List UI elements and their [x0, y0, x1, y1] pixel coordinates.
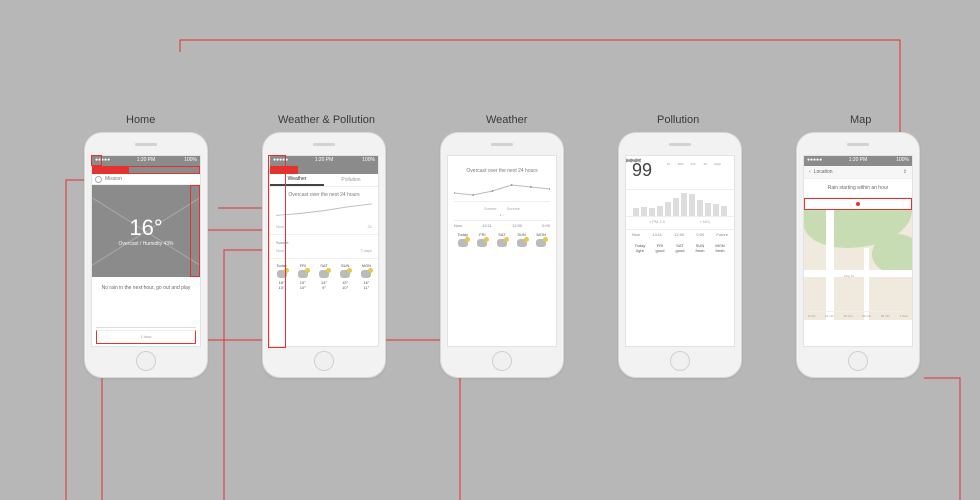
cloud-sun-icon	[458, 239, 468, 247]
phone-pollution: 99 1h 50% 24h 3h AQHI ▪ PM 2.5▪ NO₂ Now1…	[618, 132, 742, 378]
home-slider[interactable]: 1 hour	[96, 330, 196, 344]
wp-left-hotspot[interactable]	[268, 155, 286, 348]
wp-tabs: Weather Pollution	[270, 174, 378, 187]
home-location: Mission	[105, 176, 122, 182]
cloud-sun-icon	[517, 239, 527, 247]
cloud-sun-icon	[477, 239, 487, 247]
map-ticks: 5 min10 min20 min30 min45 min1 hour	[808, 311, 908, 318]
map-header[interactable]: ‹ Location ⇪	[804, 166, 912, 179]
pollution-bar-chart	[626, 189, 734, 217]
cloud-sun-icon	[340, 270, 350, 278]
map-message: Rain starting within an hour	[804, 179, 912, 197]
map-timeline-hotspot[interactable]	[804, 198, 912, 210]
statusbar: ●●●●●1:20 PM100%	[270, 156, 378, 166]
cloud-sun-icon	[361, 270, 371, 278]
home-message: No rain in the next hour, go out and pla…	[92, 277, 200, 299]
pollution-forecast: Todaylight FRIgood SATgood SUNfresh MONf…	[626, 239, 734, 257]
home-location-row[interactable]: Mission	[92, 174, 200, 185]
weather-caption: Overcast over the next 24 hours	[454, 168, 550, 174]
label-wp: Weather & Pollution	[278, 114, 375, 126]
share-icon[interactable]: ⇪	[903, 169, 907, 175]
chevron-left-icon: ‹	[809, 169, 811, 175]
fc-day[interactable]: MON16°11°	[357, 263, 376, 290]
statusbar: ●●●●●1:20 PM100%	[92, 156, 200, 166]
cloud-sun-icon	[319, 270, 329, 278]
statusbar: ●●●●●1:20 PM100%	[804, 156, 912, 166]
phone-map: ●●●●●1:20 PM100% ‹ Location ⇪ Rain start…	[796, 132, 920, 378]
wp-chart-24h	[276, 202, 372, 222]
fc-day[interactable]: SUN15°10°	[336, 263, 355, 290]
map-canvas[interactable]: King St 5 min10 min20 min30 min45 min1 h…	[804, 210, 912, 320]
home-hero[interactable]: 16° Overcast / Humidity 43%	[92, 185, 200, 277]
label-pollution: Pollution	[657, 114, 699, 126]
cloud-sun-icon	[298, 270, 308, 278]
pollution-index: 99	[626, 156, 658, 185]
cloud-sun-icon	[497, 239, 507, 247]
home-pager-strip[interactable]	[92, 166, 200, 174]
wp-header[interactable]	[270, 166, 378, 174]
wp-forecast-row: Today18°13° FRI15°10° SAT14°9° SUN15°10°…	[270, 259, 378, 294]
fc-day[interactable]: FRI15°10°	[293, 263, 312, 290]
phone-home: ●●●●●1:20 PM100% Mission 16° Overcast / …	[84, 132, 208, 378]
weather-key: SunsetSunrise	[454, 206, 550, 211]
label-map: Map	[850, 114, 871, 126]
label-home: Home	[126, 114, 155, 126]
phone-wp: ●●●●●1:20 PM100% Weather Pollution Overc…	[262, 132, 386, 378]
wp-panel-title: Overcast over the next 24 hours	[276, 192, 372, 198]
label-weather: Weather	[486, 114, 527, 126]
weather-chart	[454, 177, 550, 202]
fc-day[interactable]: SAT14°9°	[314, 263, 333, 290]
tab-pollution[interactable]: Pollution	[324, 174, 378, 186]
cloud-sun-icon	[536, 239, 546, 247]
pin-icon	[95, 176, 102, 183]
phone-weather: Overcast over the next 24 hours SunsetSu…	[440, 132, 564, 378]
hotspot-back[interactable]	[91, 155, 102, 166]
home-condition: Overcast / Humidity 43%	[118, 241, 173, 247]
